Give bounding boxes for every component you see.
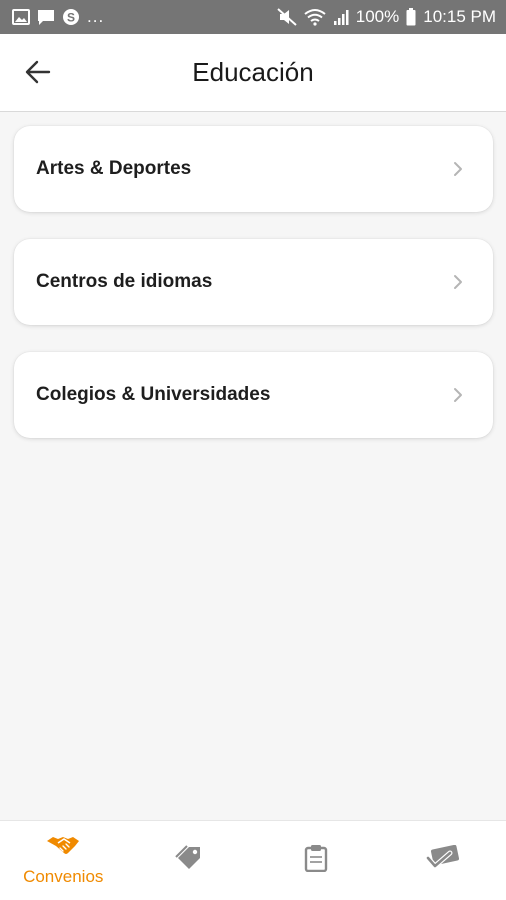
chevron-right-icon bbox=[453, 274, 463, 290]
message-icon bbox=[37, 9, 55, 26]
list-item-centros-idiomas[interactable]: Centros de idiomas bbox=[14, 239, 493, 325]
chevron-right-icon bbox=[453, 161, 463, 177]
tag-icon bbox=[174, 845, 206, 876]
nav-convenios-label: Convenios bbox=[23, 867, 104, 886]
card-check-icon bbox=[425, 844, 460, 876]
skype-icon: S bbox=[62, 8, 80, 26]
status-bar-notifications: S ... bbox=[12, 7, 104, 27]
bottom-nav: Convenios bbox=[0, 820, 506, 900]
status-bar-system: 100% 10:15 PM bbox=[277, 7, 496, 27]
nav-promociones[interactable] bbox=[127, 821, 254, 900]
signal-icon bbox=[333, 9, 349, 25]
status-bar: S ... 100% 10:15 PM bbox=[0, 0, 506, 34]
list-item-label: Colegios & Universidades bbox=[36, 384, 271, 405]
list-item-label: Centros de idiomas bbox=[36, 271, 213, 292]
arrow-left-icon bbox=[25, 60, 51, 89]
nav-solicitudes[interactable] bbox=[253, 821, 380, 900]
app-bar: Educación bbox=[0, 34, 506, 112]
clipboard-icon bbox=[304, 844, 328, 877]
chevron-right-icon bbox=[453, 387, 463, 403]
screen: S ... 100% 10:15 PM Educación Artes & De… bbox=[0, 0, 506, 900]
svg-text:S: S bbox=[67, 11, 75, 25]
handshake-icon bbox=[46, 834, 80, 863]
back-button[interactable] bbox=[22, 58, 54, 90]
more-notifications: ... bbox=[87, 7, 105, 26]
page-title: Educación bbox=[192, 57, 314, 87]
battery-icon bbox=[406, 8, 416, 26]
list-item-label: Artes & Deportes bbox=[36, 158, 192, 179]
wifi-icon bbox=[304, 8, 326, 26]
mute-icon bbox=[277, 8, 297, 26]
category-list: Artes & Deportes Centros de idiomas Cole… bbox=[14, 126, 493, 465]
clock: 10:15 PM bbox=[423, 7, 496, 26]
list-item-artes-deportes[interactable]: Artes & Deportes bbox=[14, 126, 493, 212]
nav-convenios[interactable]: Convenios bbox=[0, 821, 127, 900]
nav-tarjeta[interactable] bbox=[380, 821, 506, 900]
list-item-colegios-universidades[interactable]: Colegios & Universidades bbox=[14, 352, 493, 438]
gallery-icon bbox=[12, 9, 30, 25]
battery-percentage: 100% bbox=[355, 7, 400, 26]
